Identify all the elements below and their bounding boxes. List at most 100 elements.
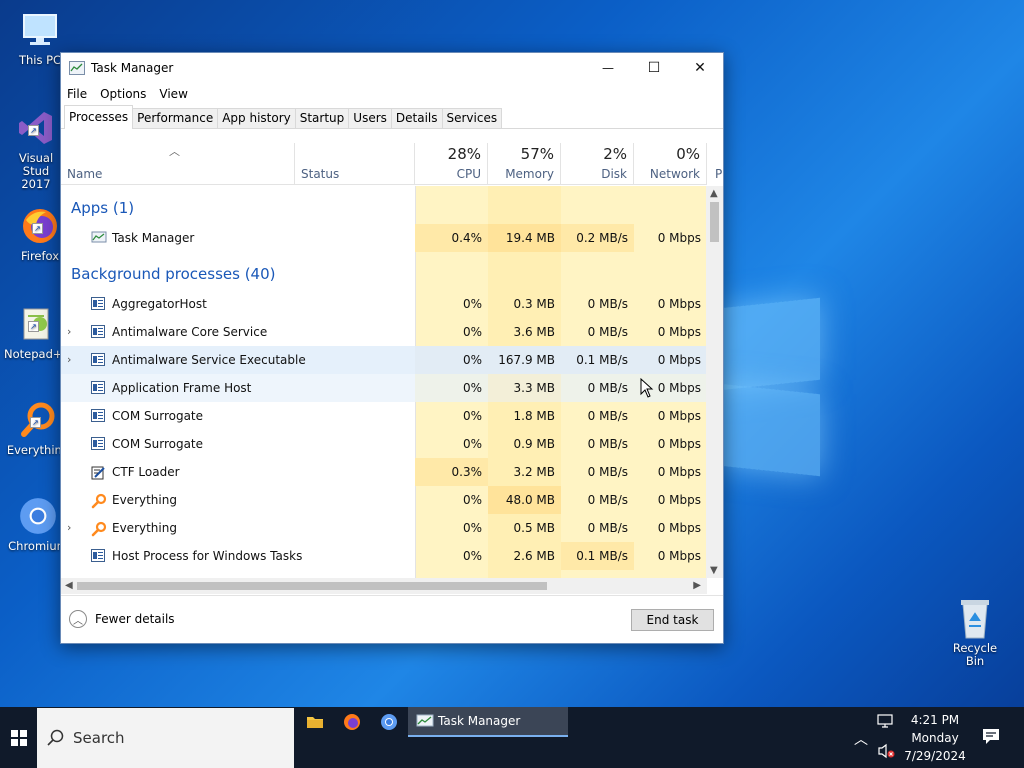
computer-icon: [18, 8, 62, 52]
minimize-button[interactable]: —: [585, 53, 631, 83]
table-row[interactable]: COM Surrogate 0% 0.9 MB 0 MB/s 0 Mbps: [61, 430, 707, 458]
disk-value: 0.1 MB/s: [561, 346, 634, 374]
desktop-windows-logo: [720, 285, 824, 481]
network-icon[interactable]: [877, 714, 895, 733]
disk-value: 0 MB/s: [587, 409, 628, 423]
cpu-value: 0%: [462, 409, 482, 423]
tab-services[interactable]: Services: [441, 108, 503, 128]
expand-chevron-icon[interactable]: ›: [67, 346, 77, 374]
cpu-value: 0%: [415, 346, 488, 374]
end-task-button[interactable]: End task: [631, 609, 714, 631]
network-value: 0 Mbps: [634, 346, 707, 374]
taskbar: Search Task Manager ︿ 4:21 PM Monday 7/2…: [0, 707, 1024, 768]
table-row[interactable]: CTF Loader 0.3% 3.2 MB 0 MB/s 0 Mbps: [61, 458, 707, 486]
start-button[interactable]: [0, 707, 37, 768]
table-row[interactable]: Host Process for Windows Tasks 0% 2.6 MB…: [61, 542, 707, 570]
table-row[interactable]: AggregatorHost 0% 0.3 MB 0 MB/s 0 Mbps: [61, 290, 707, 318]
desktop-icon-label: Visual Stud: [18, 151, 54, 178]
app-icon: [91, 353, 105, 366]
footer-bar: ︿ Fewer details End task: [61, 595, 723, 643]
memory-value: 0.5 MB: [513, 521, 555, 535]
close-icon: ✕: [694, 60, 706, 76]
table-row[interactable]: › Everything 0% 0.5 MB 0 MB/s 0 Mbps: [61, 514, 707, 542]
cpu-value: 0.4%: [415, 224, 488, 252]
taskbar-file-explorer[interactable]: [296, 707, 334, 737]
table-row[interactable]: Application Frame Host 0% 3.3 MB 0 MB/s …: [61, 374, 707, 402]
vertical-scrollbar[interactable]: ▲ ▼: [706, 186, 723, 578]
tab-app-history[interactable]: App history: [217, 108, 296, 128]
shortcut-arrow-icon: ↗: [32, 223, 43, 234]
tab-performance[interactable]: Performance: [132, 108, 219, 128]
notepadpp-icon: ↗: [14, 302, 58, 346]
tab-startup[interactable]: Startup: [294, 108, 350, 128]
show-hidden-icons-chevron-icon[interactable]: ︿: [854, 729, 868, 749]
column-header-network[interactable]: 0% Network: [634, 143, 707, 185]
app-icon: [91, 549, 105, 562]
network-value: 0 Mbps: [657, 549, 701, 563]
app-icon: [91, 409, 105, 422]
process-list: Apps (1) Task Manager 0.4% 19.4 MB 0.2 M…: [61, 186, 707, 578]
menu-file[interactable]: File: [67, 87, 87, 101]
task-manager-icon: [91, 231, 107, 244]
table-row[interactable]: › Antimalware Core Service 0% 3.6 MB 0 M…: [61, 318, 707, 346]
maximize-icon: ☐: [647, 60, 661, 76]
network-value: 0 Mbps: [657, 521, 701, 535]
app-icon: [91, 297, 105, 310]
group-header-background[interactable]: Background processes (40): [61, 260, 707, 288]
disk-value: 0 MB/s: [587, 437, 628, 451]
scroll-right-icon[interactable]: ▶: [693, 580, 701, 591]
taskbar-search-box[interactable]: Search: [37, 708, 294, 768]
table-row[interactable]: Task Manager 0.4% 19.4 MB 0.2 MB/s 0 Mbp…: [61, 224, 707, 252]
close-button[interactable]: ✕: [677, 53, 723, 83]
app-icon: [91, 325, 105, 338]
column-header-cpu[interactable]: 28% CPU: [415, 143, 488, 185]
desktop-icon-recycle-bin[interactable]: Recycle Bin: [942, 596, 1008, 668]
column-header-power[interactable]: P: [707, 143, 727, 185]
menu-bar: File Options View: [61, 83, 723, 105]
expand-chevron-icon[interactable]: ›: [67, 514, 77, 542]
scrollbar-thumb[interactable]: [77, 582, 547, 590]
title-bar[interactable]: Task Manager — ☐ ✕: [61, 53, 723, 83]
taskbar-chromium[interactable]: [370, 707, 408, 737]
memory-total-percent: 57%: [520, 145, 554, 163]
table-row[interactable]: COM Surrogate 0% 1.8 MB 0 MB/s 0 Mbps: [61, 402, 707, 430]
menu-view[interactable]: View: [159, 87, 187, 101]
clock-day: Monday: [911, 731, 959, 745]
scroll-down-icon[interactable]: ▼: [710, 565, 718, 576]
taskbar-task-manager[interactable]: Task Manager: [408, 707, 568, 737]
desktop-icon-visual-studio[interactable]: ↗ Visual Stud 2017: [4, 106, 68, 191]
process-name: COM Surrogate: [112, 437, 204, 451]
column-label: P: [715, 167, 723, 181]
volume-muted-icon[interactable]: [877, 743, 897, 762]
column-header-status[interactable]: Status: [295, 143, 415, 185]
fewer-details-button[interactable]: ︿ Fewer details: [69, 610, 175, 628]
desktop-icon-label: Recycle Bin: [952, 641, 998, 668]
group-header-apps[interactable]: Apps (1): [61, 194, 707, 222]
scroll-up-icon[interactable]: ▲: [710, 188, 718, 199]
desktop-icon-notepadpp[interactable]: ↗ Notepad++: [4, 302, 72, 361]
maximize-button[interactable]: ☐: [631, 53, 677, 83]
taskbar-firefox[interactable]: [333, 707, 371, 737]
scrollbar-thumb[interactable]: [710, 202, 719, 242]
scroll-left-icon[interactable]: ◀: [65, 580, 73, 591]
tab-processes[interactable]: Processes: [64, 105, 134, 129]
menu-options[interactable]: Options: [100, 87, 146, 101]
expand-chevron-icon[interactable]: ›: [67, 318, 77, 346]
process-name: AggregatorHost: [112, 297, 207, 311]
column-header-name[interactable]: ︿ Name: [61, 143, 295, 185]
disk-value: 0 MB/s: [561, 374, 634, 402]
disk-value: 0 MB/s: [587, 493, 628, 507]
horizontal-scrollbar[interactable]: ◀ ▶: [61, 578, 707, 594]
column-header-memory[interactable]: 57% Memory: [488, 143, 561, 185]
column-header-disk[interactable]: 2% Disk: [561, 143, 634, 185]
process-name: Everything: [112, 521, 177, 535]
notification-center-icon[interactable]: [982, 727, 1000, 748]
tab-users[interactable]: Users: [348, 108, 392, 128]
table-row[interactable]: › Antimalware Service Executable 0% 167.…: [61, 346, 707, 374]
table-row[interactable]: Everything 0% 48.0 MB 0 MB/s 0 Mbps: [61, 486, 707, 514]
clock-time: 4:21 PM: [910, 713, 960, 727]
taskbar-clock[interactable]: 4:21 PM Monday 7/29/2024: [900, 711, 970, 765]
tab-details[interactable]: Details: [390, 108, 443, 128]
clock-date: 7/29/2024: [904, 749, 966, 763]
column-label: Status: [301, 167, 340, 181]
